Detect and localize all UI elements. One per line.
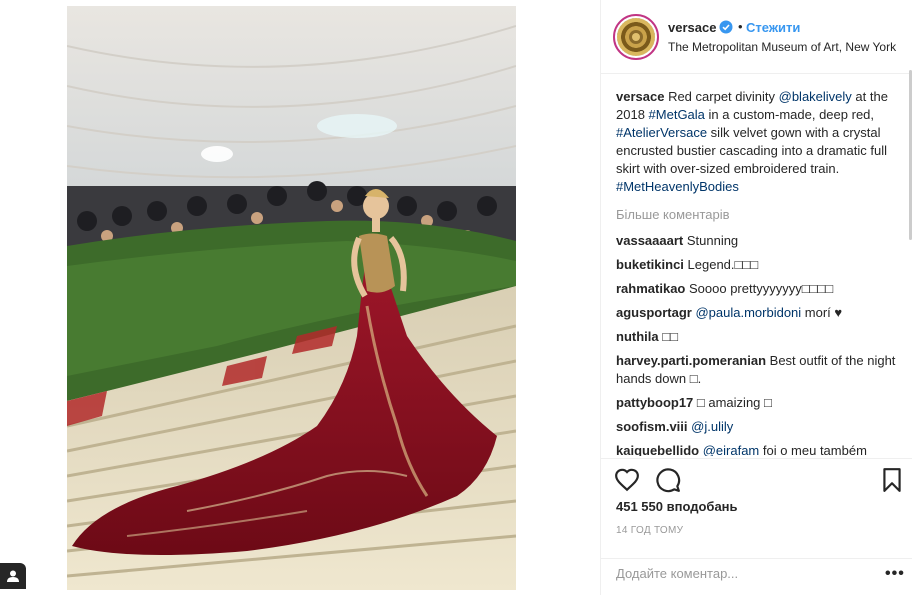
- comment-username[interactable]: buketikinci: [616, 257, 684, 272]
- follow-button[interactable]: Стежити: [746, 20, 800, 35]
- comment-text: morí ♥: [801, 305, 843, 320]
- verified-badge-icon: [719, 20, 733, 34]
- comment-username[interactable]: agusportagr: [616, 305, 692, 320]
- post-header: versace • Стежити The Metropolitan Museu…: [601, 0, 912, 74]
- comment-row: vassaaaart Stunning: [616, 232, 906, 250]
- comment-row: pattyboop17 □ amaizing □: [616, 394, 906, 412]
- comment-row: kaiquebellido @eirafam foi o meu também: [616, 442, 906, 456]
- comment-mention-link[interactable]: @j.ulily: [691, 419, 733, 434]
- comments-list[interactable]: versace Red carpet divinity @blakelively…: [616, 88, 906, 456]
- post-image: [67, 6, 516, 590]
- comment-text: Legend.□□□: [683, 257, 759, 272]
- caption: versace Red carpet divinity @blakelively…: [616, 88, 906, 196]
- bookmark-icon[interactable]: [879, 467, 905, 493]
- comment-row: harvey.parti.pomeranian Best outfit of t…: [616, 352, 906, 388]
- comment-mention-link[interactable]: @eirafam: [703, 443, 760, 456]
- caption-text: in a custom-made, deep red,: [704, 107, 875, 122]
- comment-row: soofism.viii @j.ulily: [616, 418, 906, 436]
- more-options-button[interactable]: •••: [885, 565, 905, 583]
- avatar[interactable]: [613, 14, 659, 60]
- actions-section: 451 550 вподобань 14 ГОД ТОМУ •••: [601, 458, 912, 582]
- comment-text: foi o meu também: [759, 443, 867, 456]
- post-sidebar: versace • Стежити The Metropolitan Museu…: [600, 0, 912, 595]
- comment-row: agusportagr @paula.morbidoni morí ♥: [616, 304, 906, 322]
- comment-text: □□: [658, 329, 678, 344]
- comment-username[interactable]: soofism.viii: [616, 419, 688, 434]
- heart-icon[interactable]: [614, 467, 640, 493]
- comment-text: □ amaizing □: [693, 395, 772, 410]
- comment-icon[interactable]: [655, 467, 681, 493]
- comment-text: Soooo prettyyyyyyy□□□□: [685, 281, 834, 296]
- comment-username[interactable]: rahmatikao: [616, 281, 685, 296]
- medusa-logo-icon: [617, 18, 655, 56]
- comment-username[interactable]: harvey.parti.pomeranian: [616, 353, 766, 368]
- comment-mention-link[interactable]: @paula.morbidoni: [695, 305, 801, 320]
- add-comment-input[interactable]: [616, 566, 856, 581]
- comment-username[interactable]: pattyboop17: [616, 395, 693, 410]
- post-photo[interactable]: [67, 6, 516, 590]
- instagram-post-page: versace • Стежити The Metropolitan Museu…: [0, 0, 912, 595]
- caption-tag-link[interactable]: #AtelierVersace: [616, 125, 707, 140]
- add-comment-section: •••: [601, 558, 912, 595]
- comment-row: buketikinci Legend.□□□: [616, 256, 906, 274]
- comment-row: nuthila □□: [616, 328, 906, 346]
- location-link[interactable]: The Metropolitan Museum of Art, New York: [668, 40, 896, 54]
- header-separator: •: [738, 19, 743, 34]
- header-username[interactable]: versace: [668, 20, 716, 35]
- comment-username[interactable]: nuthila: [616, 329, 659, 344]
- caption-username[interactable]: versace: [616, 89, 664, 104]
- caption-tag-link[interactable]: #MetHeavenlyBodies: [616, 179, 739, 194]
- more-comments-button[interactable]: Більше коментарів: [616, 206, 906, 224]
- user-icon: [7, 570, 19, 582]
- tagged-user-button[interactable]: [0, 563, 26, 589]
- likes-count[interactable]: 451 550 вподобань: [616, 499, 738, 514]
- caption-text: Red carpet divinity: [664, 89, 779, 104]
- comment-row: rahmatikao Soooo prettyyyyyyy□□□□: [616, 280, 906, 298]
- post-timestamp[interactable]: 14 ГОД ТОМУ: [616, 525, 683, 536]
- caption-tag-link[interactable]: @blakelively: [779, 89, 852, 104]
- comment-username[interactable]: kaiquebellido: [616, 443, 699, 456]
- caption-tag-link[interactable]: #MetGala: [649, 107, 705, 122]
- comment-username[interactable]: vassaaaart: [616, 233, 683, 248]
- comment-text: Stunning: [683, 233, 739, 248]
